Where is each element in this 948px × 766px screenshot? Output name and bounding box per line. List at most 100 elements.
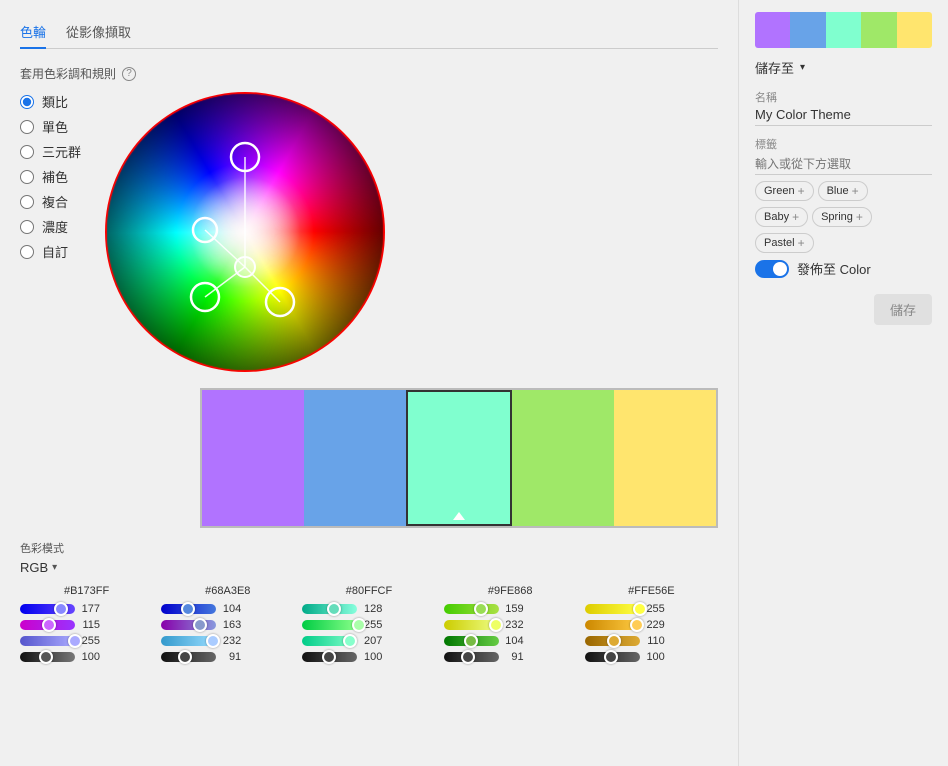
slider-3-3[interactable]	[444, 652, 499, 662]
color-mode-select[interactable]: RGB ▾	[20, 560, 718, 575]
slider-2-2[interactable]	[302, 636, 357, 646]
palette-preview-swatch-4	[897, 12, 932, 48]
palette-preview-swatch-2	[826, 12, 861, 48]
toggle-knob	[773, 262, 787, 276]
slider-value-2-0: 128	[360, 603, 382, 615]
slider-2-3[interactable]	[302, 652, 357, 662]
harmony-option-monochrome[interactable]: 單色	[20, 117, 81, 136]
swatches-container	[200, 388, 718, 528]
publish-row: 發佈至 Color	[755, 259, 932, 278]
harmony-section-label: 套用色彩調和規則 ?	[20, 65, 718, 82]
slider-1-1[interactable]	[161, 620, 216, 630]
palette-preview-swatch-1	[790, 12, 825, 48]
hex-label-3: #9FE868	[444, 585, 577, 597]
slider-thumb-3-3	[461, 650, 475, 664]
slider-1-2[interactable]	[161, 636, 216, 646]
slider-thumb-2-0	[327, 602, 341, 616]
slider-value-3-0: 159	[502, 603, 524, 615]
slider-0-1[interactable]	[20, 620, 75, 630]
slider-value-2-3: 100	[360, 651, 382, 663]
slider-value-4-1: 229	[643, 619, 665, 631]
slider-row-0-3: 100	[20, 651, 153, 663]
slider-1-3[interactable]	[161, 652, 216, 662]
harmony-option-analogy[interactable]: 類比	[20, 92, 81, 111]
name-field-label: 名稱	[755, 89, 932, 105]
harmony-option-compound[interactable]: 複合	[20, 192, 81, 211]
slider-thumb-4-3	[604, 650, 618, 664]
slider-thumb-4-1	[630, 618, 644, 632]
harmony-option-custom[interactable]: 自訂	[20, 242, 81, 261]
save-dropdown-label: 儲存至	[755, 58, 794, 77]
slider-4-3[interactable]	[585, 652, 640, 662]
slider-thumb-4-2	[607, 634, 621, 648]
slider-row-1-2: 232	[161, 635, 294, 647]
slider-row-2-0: 128	[302, 603, 435, 615]
slider-thumb-0-1	[42, 618, 56, 632]
color-mode-section: 色彩模式 RGB ▾	[20, 540, 718, 575]
slider-col-4: #FFE56E 255 229	[585, 585, 718, 663]
slider-row-1-0: 104	[161, 603, 294, 615]
slider-thumb-1-0	[181, 602, 195, 616]
slider-row-4-3: 100	[585, 651, 718, 663]
tab-from-image[interactable]: 從影像擷取	[66, 16, 131, 49]
slider-row-2-2: 207	[302, 635, 435, 647]
slider-0-0[interactable]	[20, 604, 75, 614]
slider-track-2-1	[302, 620, 357, 630]
color-wheel[interactable]	[105, 92, 385, 372]
tags-label: 標籤	[755, 136, 932, 152]
slider-0-3[interactable]	[20, 652, 75, 662]
harmony-option-complement[interactable]: 補色	[20, 167, 81, 186]
publish-label: 發佈至 Color	[797, 259, 871, 278]
save-button[interactable]: 儲存	[874, 294, 932, 325]
slider-3-2[interactable]	[444, 636, 499, 646]
slider-value-4-2: 110	[643, 635, 665, 647]
tag-blue[interactable]: Blue +	[818, 181, 868, 201]
color-mode-label: 色彩模式	[20, 540, 718, 556]
tag-pastel[interactable]: Pastel +	[755, 233, 814, 253]
slider-3-0[interactable]	[444, 604, 499, 614]
swatch-2[interactable]	[406, 390, 512, 526]
tab-color-wheel[interactable]: 色輪	[20, 16, 46, 49]
tags-row-1: Green + Blue +	[755, 181, 932, 201]
slider-value-1-3: 91	[219, 651, 241, 663]
slider-1-0[interactable]	[161, 604, 216, 614]
swatch-0[interactable]	[202, 390, 304, 526]
slider-thumb-3-0	[474, 602, 488, 616]
tag-green[interactable]: Green +	[755, 181, 814, 201]
color-wheel-area[interactable]	[105, 92, 385, 372]
swatch-1[interactable]	[304, 390, 406, 526]
swatch-3[interactable]	[512, 390, 614, 526]
slider-2-0[interactable]	[302, 604, 357, 614]
color-wheel-canvas[interactable]	[105, 92, 385, 372]
slider-value-2-2: 207	[360, 635, 382, 647]
slider-4-2[interactable]	[585, 636, 640, 646]
slider-4-0[interactable]	[585, 604, 640, 614]
slider-row-4-0: 255	[585, 603, 718, 615]
slider-row-1-1: 163	[161, 619, 294, 631]
slider-thumb-1-3	[178, 650, 192, 664]
slider-2-1[interactable]	[302, 620, 357, 630]
slider-track-1-1	[161, 620, 216, 630]
tag-pastel-plus: +	[798, 236, 805, 250]
tag-spring[interactable]: Spring +	[812, 207, 872, 227]
slider-4-1[interactable]	[585, 620, 640, 630]
slider-value-4-3: 100	[643, 651, 665, 663]
swatch-4[interactable]	[614, 390, 716, 526]
tag-baby[interactable]: Baby +	[755, 207, 808, 227]
slider-0-2[interactable]	[20, 636, 75, 646]
info-icon[interactable]: ?	[122, 67, 136, 81]
slider-value-1-2: 232	[219, 635, 241, 647]
palette-preview-swatch-3	[861, 12, 896, 48]
name-field-value[interactable]: My Color Theme	[755, 107, 932, 126]
harmony-option-triad[interactable]: 三元群	[20, 142, 81, 161]
hex-label-1: #68A3E8	[161, 585, 294, 597]
tags-row-2: Baby + Spring +	[755, 207, 932, 227]
slider-3-1[interactable]	[444, 620, 499, 630]
publish-toggle[interactable]	[755, 260, 789, 278]
slider-track-3-0	[444, 604, 499, 614]
tag-baby-plus: +	[792, 210, 799, 224]
harmony-option-density[interactable]: 濃度	[20, 217, 81, 236]
tags-input[interactable]	[755, 157, 932, 175]
save-dropdown[interactable]: 儲存至 ▾	[755, 58, 932, 77]
slider-value-3-3: 91	[502, 651, 524, 663]
